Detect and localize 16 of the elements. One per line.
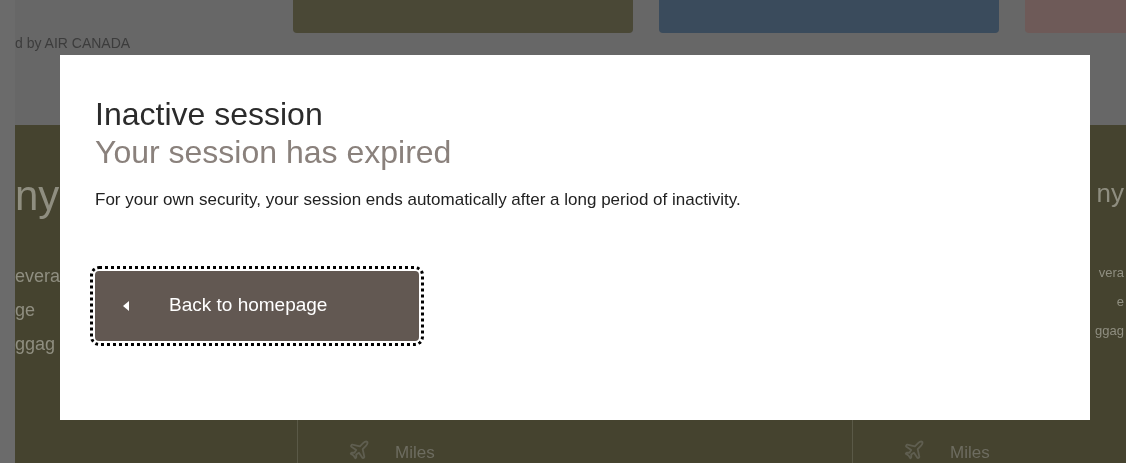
header-button[interactable] bbox=[659, 0, 999, 33]
dialog-title: Inactive session bbox=[95, 95, 323, 133]
header-button[interactable] bbox=[293, 0, 633, 33]
list-text: e bbox=[1116, 295, 1124, 308]
plane-icon bbox=[903, 439, 925, 461]
list-text: ggag bbox=[1095, 324, 1124, 337]
section-heading: ny bbox=[15, 175, 60, 217]
list-text: ge bbox=[15, 301, 36, 319]
caret-icon bbox=[123, 300, 129, 311]
section-heading: ny bbox=[1096, 180, 1124, 206]
list-text: ggag bbox=[15, 335, 56, 353]
plane-icon bbox=[348, 439, 370, 461]
dialog-message: For your own security, your session ends automatically after a long period of inactivity. bbox=[95, 189, 741, 211]
list-text: vera bbox=[1098, 266, 1124, 279]
list-text: evera bbox=[15, 267, 61, 285]
dialog-subtitle: Your session has expired bbox=[95, 133, 452, 171]
